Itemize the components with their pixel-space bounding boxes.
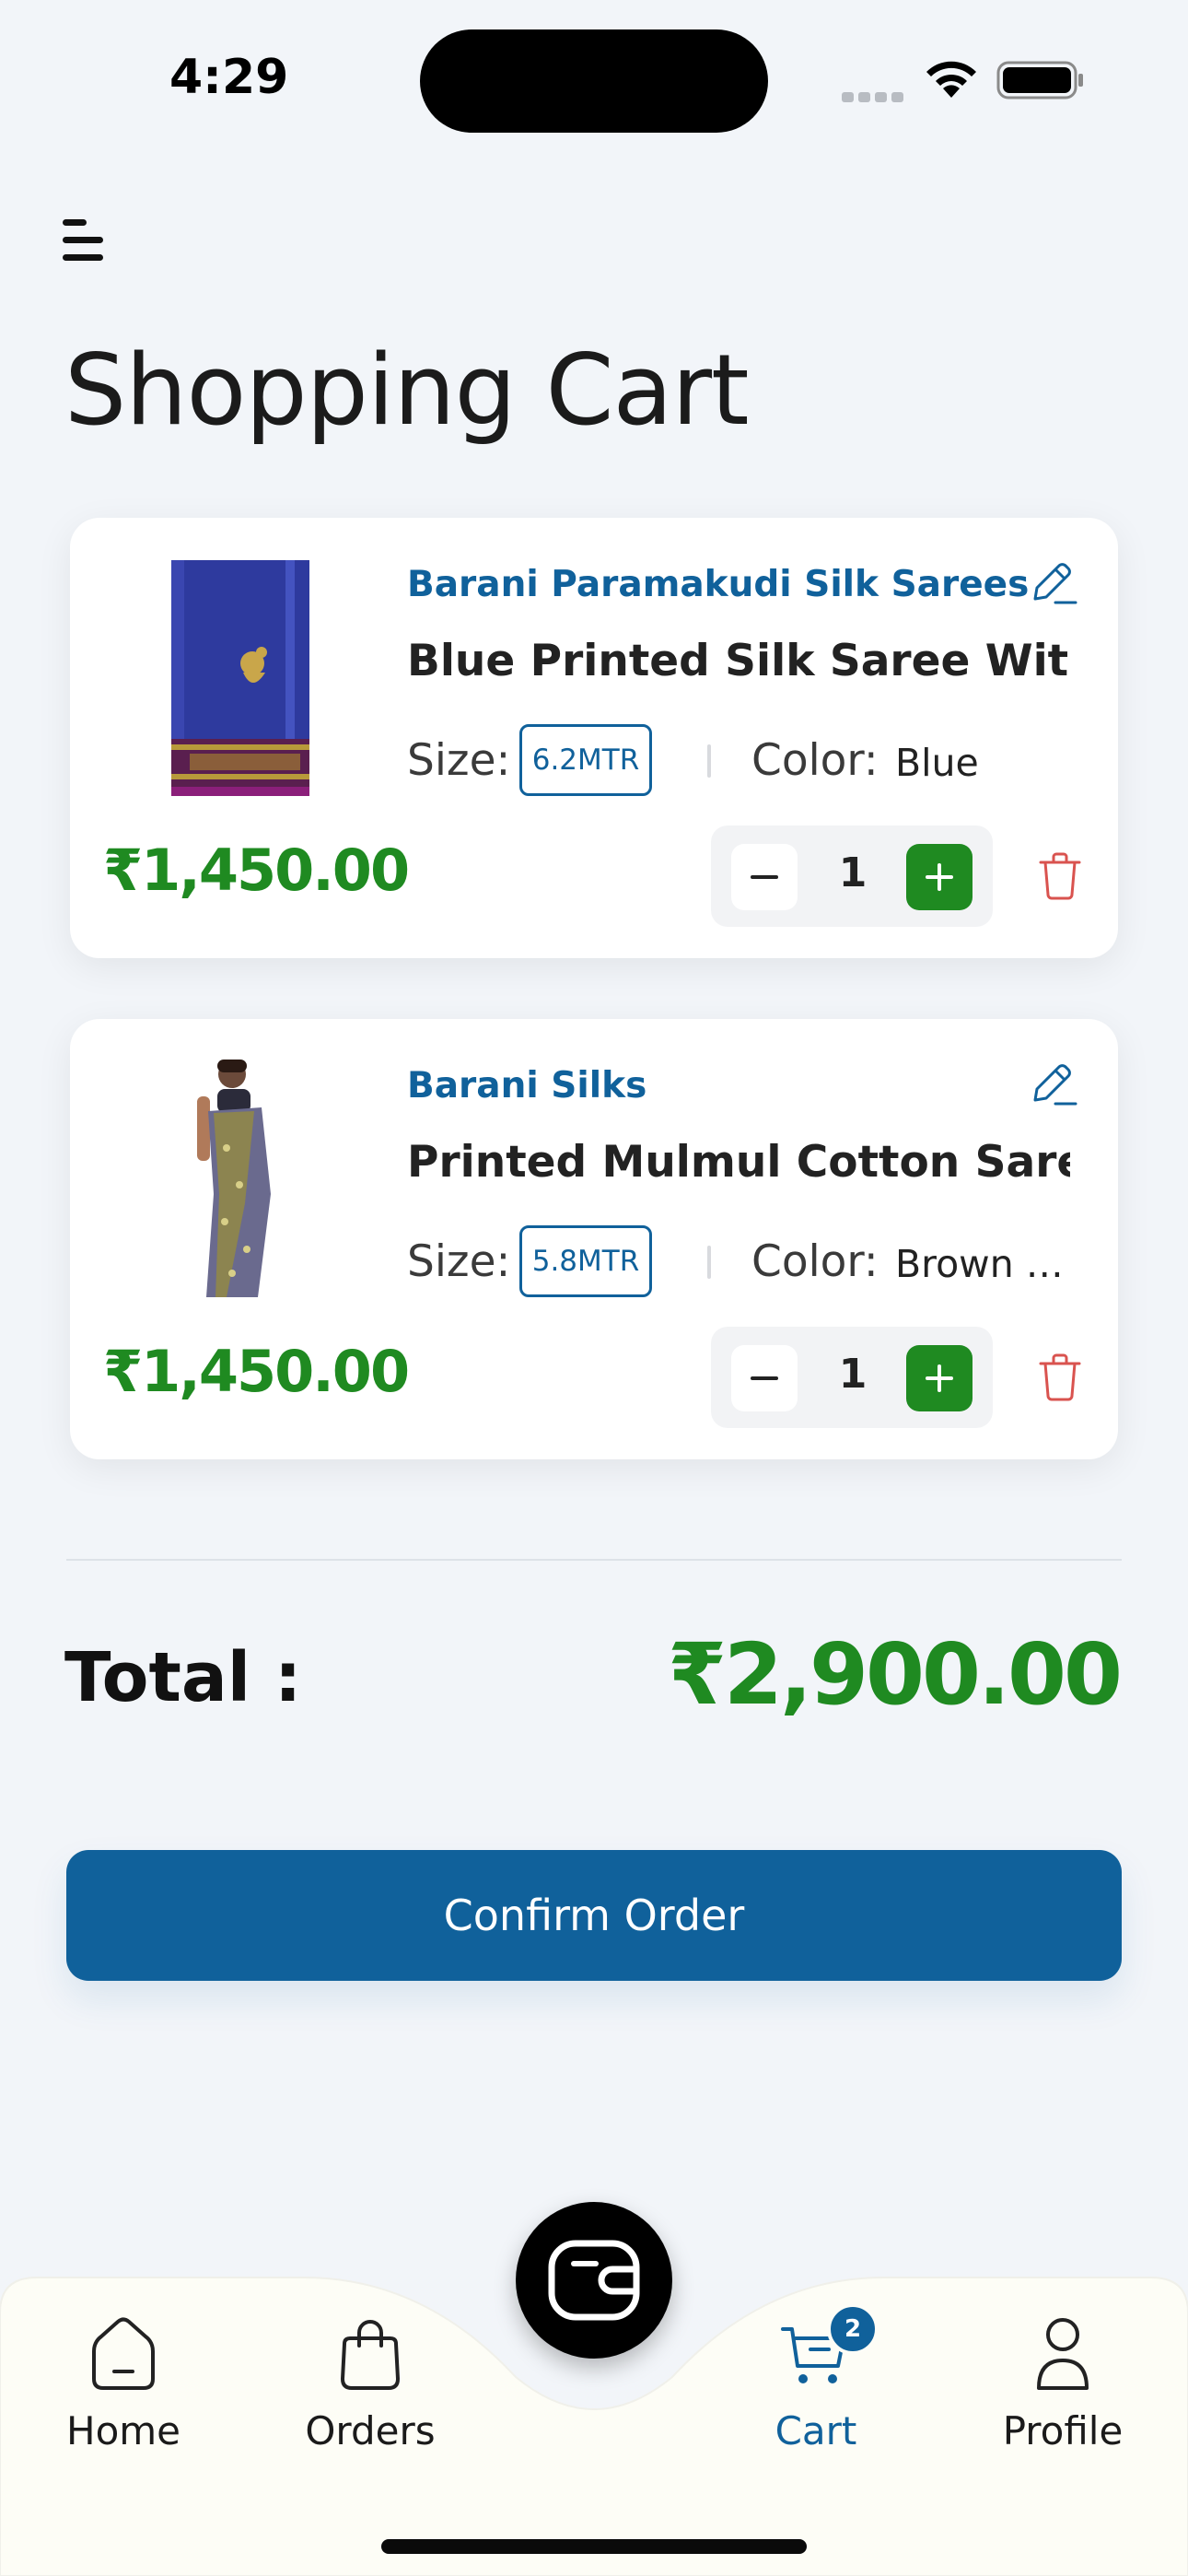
cart-count-badge: 2 [827, 2303, 879, 2355]
confirm-order-button[interactable]: Confirm Order [66, 1850, 1122, 1981]
nav-item-cart[interactable]: 2 Cart [724, 2303, 908, 2453]
trash-icon[interactable] [1037, 1352, 1083, 1402]
quantity-stepper: 1 [711, 825, 993, 927]
increase-quantity-button[interactable] [906, 844, 973, 910]
signal-icon [842, 88, 908, 106]
size-badge: 5.8MTR [519, 1225, 652, 1297]
item-price: ₹1,450.00 [103, 837, 410, 904]
attribute-divider [707, 1246, 711, 1279]
quantity-value: 1 [838, 1351, 868, 1398]
wallet-button[interactable] [516, 2202, 672, 2359]
shop-name[interactable]: Barani Paramakudi Silk Sarees [407, 564, 1029, 605]
color-label: Color: [751, 1236, 879, 1287]
profile-icon [1037, 2318, 1089, 2390]
nav-label: Home [65, 2408, 181, 2453]
minus-icon [751, 1376, 778, 1380]
battery-icon [996, 61, 1083, 100]
color-value: Brown a... [895, 1242, 1079, 1286]
dynamic-island [420, 29, 768, 133]
summary-divider [66, 1559, 1122, 1561]
product-image[interactable] [162, 1056, 309, 1303]
nav-item-profile[interactable]: Profile [971, 2314, 1155, 2453]
trash-icon[interactable] [1037, 851, 1083, 901]
status-time: 4:29 [169, 50, 289, 105]
home-icon [92, 2317, 155, 2390]
attribute-divider [707, 744, 711, 778]
status-icons [840, 57, 1089, 103]
bag-icon [341, 2320, 400, 2390]
nav-item-home[interactable]: Home [31, 2314, 215, 2453]
product-name[interactable]: Blue Printed Silk Saree With [407, 636, 1070, 686]
page-title: Shopping Cart [64, 334, 750, 447]
decrease-quantity-button[interactable] [731, 1345, 798, 1411]
nav-item-orders[interactable]: Orders [278, 2314, 462, 2453]
edit-icon[interactable] [1028, 1060, 1077, 1109]
cart-item: Barani Paramakudi Silk Sarees Blue Print… [70, 518, 1118, 958]
decrease-quantity-button[interactable] [731, 844, 798, 910]
shop-name[interactable]: Barani Silks [407, 1065, 646, 1107]
product-image[interactable] [162, 555, 309, 802]
size-badge: 6.2MTR [519, 724, 652, 796]
minus-icon [751, 875, 778, 879]
size-label: Size: [407, 735, 511, 786]
plus-icon [926, 863, 953, 891]
product-name[interactable]: Printed Mulmul Cotton Saree [407, 1137, 1070, 1188]
wifi-icon [926, 61, 976, 98]
wallet-icon [548, 2240, 640, 2321]
cart-item: Barani Silks Printed Mulmul Cotton Saree… [70, 1019, 1118, 1459]
item-price: ₹1,450.00 [103, 1338, 410, 1405]
quantity-stepper: 1 [711, 1327, 993, 1428]
color-value: Blue [895, 741, 979, 785]
menu-icon[interactable] [63, 217, 107, 263]
nav-label: Cart [775, 2408, 857, 2453]
edit-icon[interactable] [1028, 558, 1077, 608]
plus-icon [926, 1364, 953, 1392]
color-label: Color: [751, 735, 879, 786]
nav-label: Profile [1002, 2408, 1124, 2453]
nav-label: Orders [305, 2408, 436, 2453]
total-value: ₹2,900.00 [668, 1625, 1123, 1724]
increase-quantity-button[interactable] [906, 1345, 973, 1411]
total-label: Total : [64, 1638, 302, 1717]
home-indicator[interactable] [381, 2539, 807, 2554]
quantity-value: 1 [838, 849, 868, 896]
size-label: Size: [407, 1236, 511, 1287]
